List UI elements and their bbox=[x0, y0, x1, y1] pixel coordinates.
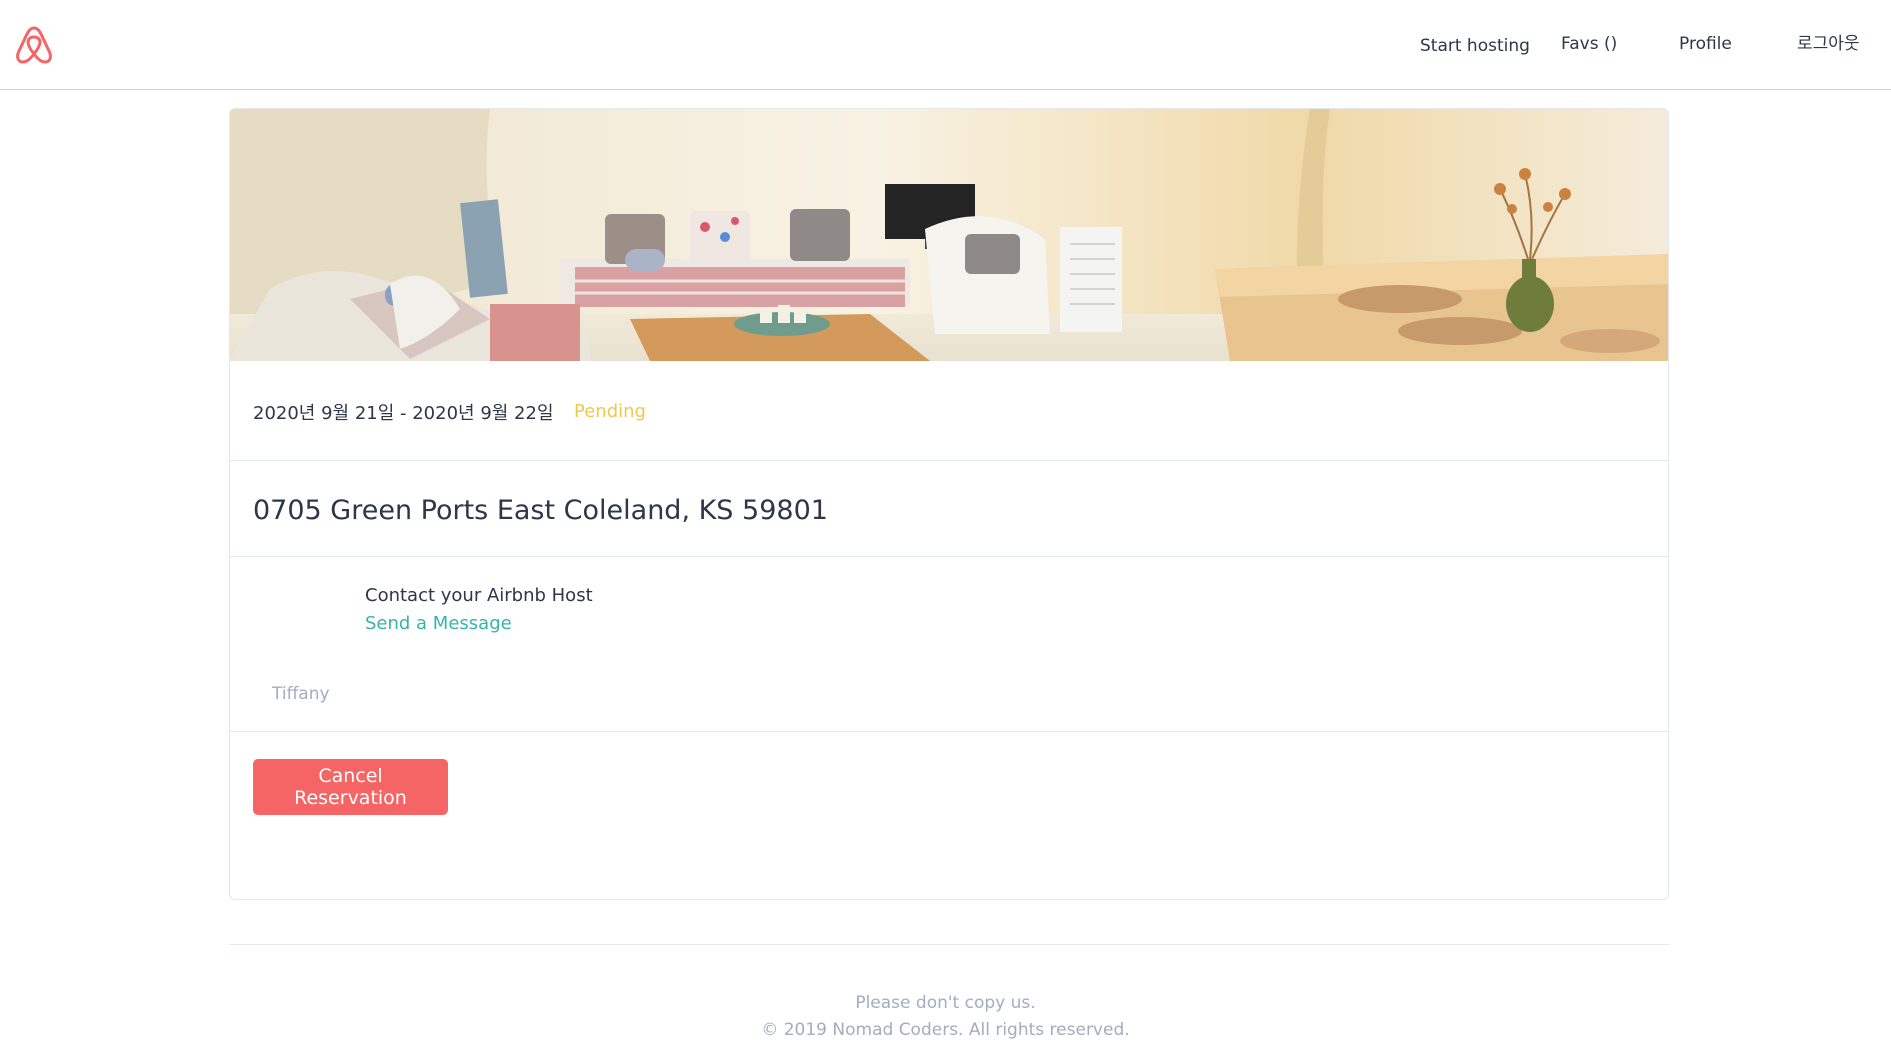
cancel-section: Cancel Reservation bbox=[230, 732, 1668, 899]
footer-copyright: © 2019 Nomad Coders. All rights reserved… bbox=[761, 1020, 1130, 1040]
room-photo bbox=[230, 109, 1668, 361]
room-address: 0705 Green Ports East Coleland, KS 59801 bbox=[253, 495, 828, 526]
navbar: Start hosting Favs () Profile 로그아웃 bbox=[0, 0, 1891, 90]
cancel-reservation-button[interactable]: Cancel Reservation bbox=[253, 759, 448, 815]
footer-notice: Please don't copy us. bbox=[855, 993, 1036, 1013]
nav-favs[interactable]: Favs () bbox=[1561, 32, 1617, 56]
room-photo-illustration bbox=[230, 109, 1668, 361]
send-message-link[interactable]: Send a Message bbox=[365, 613, 512, 634]
host-section: Tiffany Contact your Airbnb Host Send a … bbox=[230, 557, 1668, 732]
nav-profile[interactable]: Profile bbox=[1679, 32, 1732, 56]
nav-start-hosting[interactable]: Start hosting bbox=[1420, 34, 1530, 58]
reservation-card: 2020년 9월 21일 - 2020년 9월 22일 Pending 0705… bbox=[229, 108, 1669, 900]
reservation-dates-section: 2020년 9월 21일 - 2020년 9월 22일 Pending bbox=[230, 361, 1668, 461]
reservation-dates: 2020년 9월 21일 - 2020년 9월 22일 bbox=[253, 403, 554, 424]
address-section: 0705 Green Ports East Coleland, KS 59801 bbox=[230, 461, 1668, 557]
nav-logout[interactable]: 로그아웃 bbox=[1797, 32, 1860, 56]
host-name: Tiffany bbox=[272, 684, 330, 704]
airbnb-logo-icon bbox=[16, 26, 52, 64]
airbnb-logo-icon[interactable] bbox=[14, 24, 54, 66]
avatar bbox=[252, 585, 338, 671]
contact-host-title: Contact your Airbnb Host bbox=[365, 585, 593, 606]
footer-divider bbox=[229, 944, 1669, 945]
status-badge: Pending bbox=[574, 401, 646, 422]
